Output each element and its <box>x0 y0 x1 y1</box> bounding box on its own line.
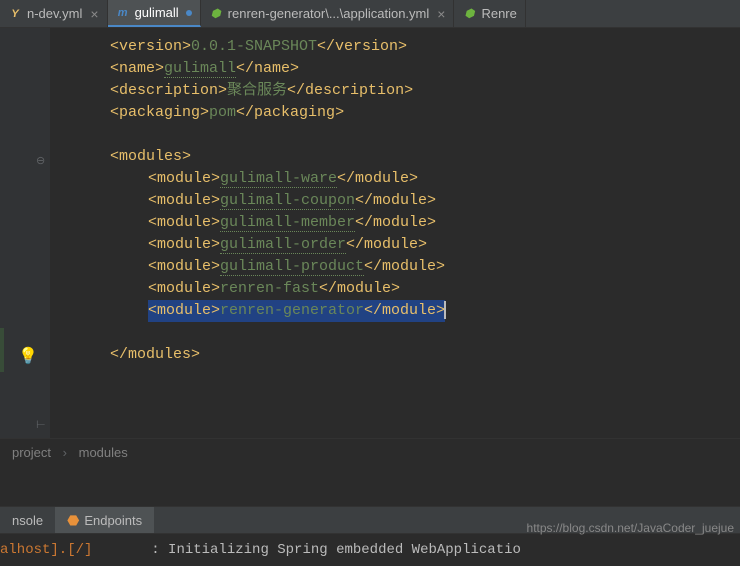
code-area[interactable]: <version>0.0.1-SNAPSHOT</version> <name>… <box>50 28 740 438</box>
tab-label: gulimall <box>135 5 179 20</box>
breadcrumb-item[interactable]: modules <box>79 445 128 460</box>
tab-label: nsole <box>12 513 43 528</box>
tab-endpoints[interactable]: ⬣ Endpoints <box>55 507 154 533</box>
change-marker <box>0 328 4 372</box>
console-message: : Initializing Spring embedded WebApplic… <box>151 542 521 558</box>
watermark: https://blog.csdn.net/JavaCoder_juejue <box>527 521 734 535</box>
xml-tag: </name> <box>236 60 299 77</box>
fold-icon[interactable]: ⊢ <box>36 418 46 432</box>
xml-tag: <module> <box>148 258 220 275</box>
tab-application-yml[interactable]: ⬢ renren-generator\...\application.yml × <box>201 0 455 27</box>
editor[interactable]: ⊖ ⊢ 💡 <version>0.0.1-SNAPSHOT</version> … <box>0 28 740 438</box>
editor-tabs: Y n-dev.yml × m gulimall ⬢ renren-genera… <box>0 0 740 28</box>
xml-tag: <modules> <box>110 148 191 165</box>
xml-tag: </module> <box>364 302 445 319</box>
xml-tag: <description> <box>110 82 227 99</box>
fold-icon[interactable]: ⊖ <box>36 154 45 168</box>
gutter: ⊖ ⊢ 💡 <box>0 28 50 438</box>
xml-text: gulimall-product <box>220 258 364 276</box>
xml-tag: <module> <box>148 280 220 297</box>
xml-tag: </packaging> <box>236 104 344 121</box>
xml-tag: <module> <box>148 214 220 231</box>
tab-label: Renre <box>481 6 516 21</box>
xml-text: gulimall-ware <box>220 170 337 188</box>
xml-tag: </module> <box>355 214 436 231</box>
xml-tag: <version> <box>110 38 191 55</box>
selected-line: <module>renren-generator</module> <box>148 300 445 322</box>
xml-text: 聚合服务 <box>227 82 287 99</box>
tab-console[interactable]: nsole <box>0 507 55 533</box>
xml-tag: <name> <box>110 60 164 77</box>
xml-tag: <module> <box>148 192 220 209</box>
xml-tag: </module> <box>355 192 436 209</box>
xml-text: pom <box>209 104 236 121</box>
bulb-icon[interactable]: 💡 <box>18 346 38 366</box>
tab-renre[interactable]: ⬢ Renre <box>454 0 525 27</box>
spring-icon: ⬢ <box>209 7 223 21</box>
console-host: alhost].[/] <box>0 542 92 558</box>
xml-text: renren-fast <box>220 280 319 297</box>
close-icon[interactable]: × <box>437 6 445 22</box>
maven-icon: m <box>116 6 130 20</box>
xml-tag: </module> <box>319 280 400 297</box>
tab-label: n-dev.yml <box>27 6 82 21</box>
console-output: alhost].[/] : Initializing Spring embedd… <box>0 534 740 566</box>
tab-label: Endpoints <box>84 513 142 528</box>
endpoints-icon: ⬣ <box>67 512 79 529</box>
tab-label: renren-generator\...\application.yml <box>228 6 430 21</box>
chevron-icon: › <box>63 445 67 460</box>
tab-dev-yml[interactable]: Y n-dev.yml × <box>0 0 108 27</box>
xml-tag: </modules> <box>110 346 200 363</box>
xml-tag: </module> <box>346 236 427 253</box>
xml-tag: <module> <box>148 236 220 253</box>
spring-run-icon: ⬢ <box>462 7 476 21</box>
breadcrumb[interactable]: project › modules <box>0 438 740 466</box>
xml-text: 0.0.1-SNAPSHOT <box>191 38 317 55</box>
tab-gulimall[interactable]: m gulimall <box>108 0 201 27</box>
xml-tag: <packaging> <box>110 104 209 121</box>
xml-tag: </version> <box>317 38 407 55</box>
caret <box>444 301 446 319</box>
xml-text: gulimall-member <box>220 214 355 232</box>
breadcrumb-item[interactable]: project <box>12 445 51 460</box>
xml-tag: </module> <box>364 258 445 275</box>
close-icon[interactable]: × <box>90 6 98 22</box>
xml-text: gulimall <box>164 60 236 78</box>
xml-text: renren-generator <box>220 302 364 319</box>
yml-icon: Y <box>8 7 22 21</box>
modified-icon <box>186 10 192 16</box>
xml-tag: </module> <box>337 170 418 187</box>
xml-tag: </description> <box>287 82 413 99</box>
xml-text: gulimall-coupon <box>220 192 355 210</box>
xml-text: gulimall-order <box>220 236 346 254</box>
xml-tag: <module> <box>148 170 220 187</box>
xml-tag: <module> <box>148 302 220 319</box>
